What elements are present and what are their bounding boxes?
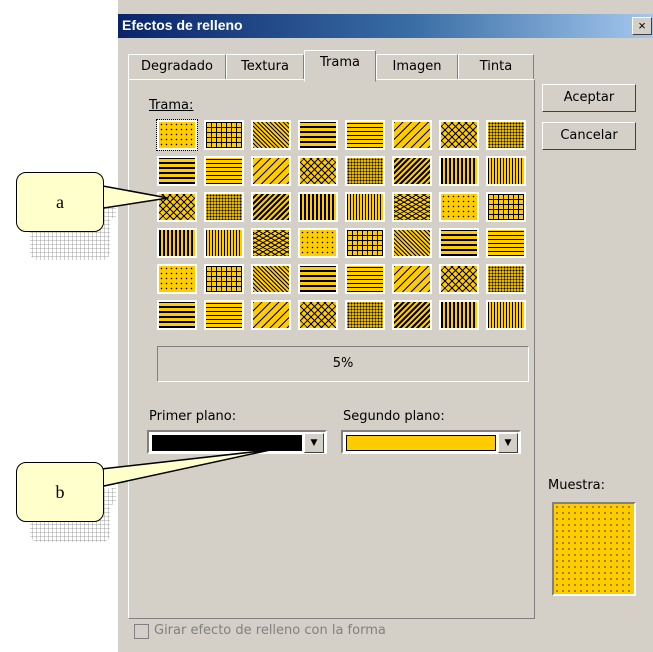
- tab-trama[interactable]: Trama: [304, 50, 376, 82]
- callout-b: b: [16, 462, 104, 522]
- callout-b-pointer: [91, 449, 271, 487]
- callout-pointers: [91, 183, 271, 487]
- callout-a: a: [16, 172, 104, 232]
